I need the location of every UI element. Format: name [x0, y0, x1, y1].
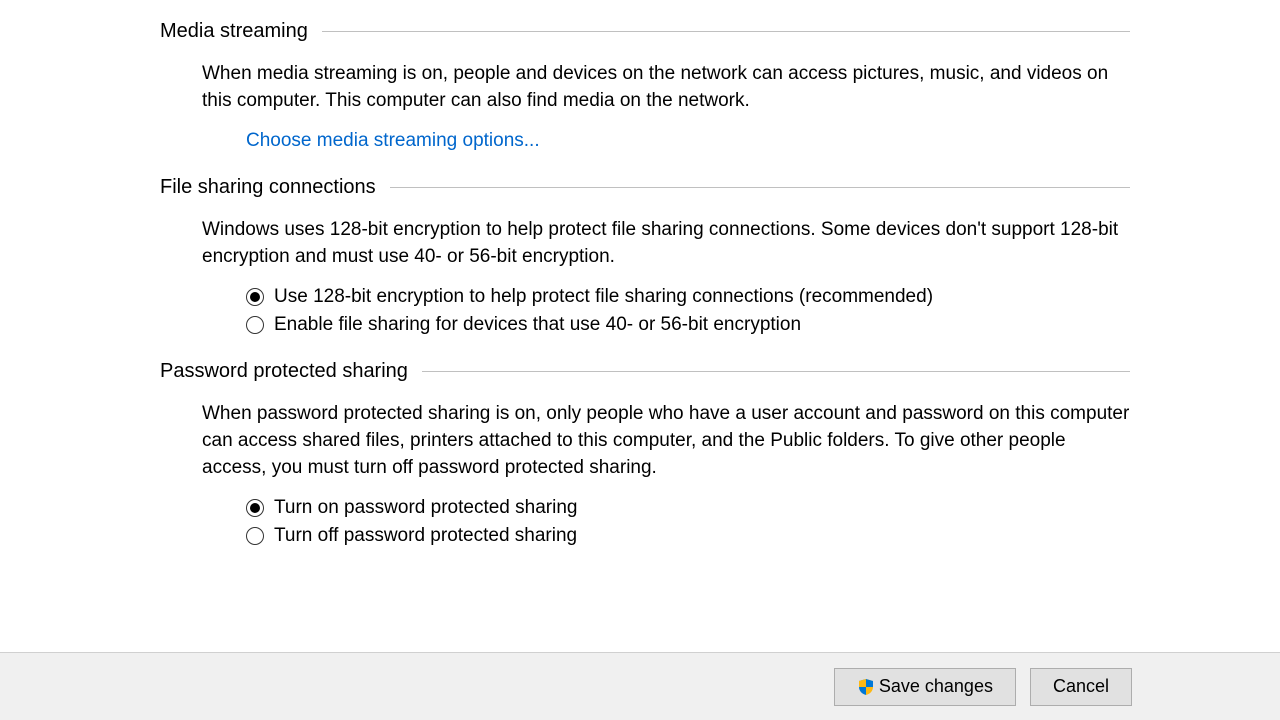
radio-icon: [246, 527, 264, 545]
section-password-sharing: Password protected sharing When password…: [160, 360, 1130, 547]
divider: [422, 371, 1130, 372]
save-changes-button[interactable]: Save changes: [834, 668, 1016, 706]
radio-label: Enable file sharing for devices that use…: [274, 314, 801, 336]
radio-icon: [246, 316, 264, 334]
radio-password-off[interactable]: Turn off password protected sharing: [246, 525, 1130, 547]
section-media-streaming: Media streaming When media streaming is …: [160, 20, 1130, 152]
radio-icon: [246, 288, 264, 306]
password-sharing-description: When password protected sharing is on, o…: [202, 401, 1130, 481]
choose-media-streaming-link[interactable]: Choose media streaming options...: [246, 130, 540, 152]
radio-128bit-encryption[interactable]: Use 128-bit encryption to help protect f…: [246, 286, 1130, 308]
save-button-label: Save changes: [879, 676, 993, 697]
radio-label: Turn off password protected sharing: [274, 525, 577, 547]
media-streaming-description: When media streaming is on, people and d…: [202, 61, 1130, 114]
section-title-password: Password protected sharing: [160, 360, 422, 383]
radio-label: Turn on password protected sharing: [274, 497, 577, 519]
radio-icon: [246, 499, 264, 517]
cancel-button-label: Cancel: [1053, 676, 1109, 697]
section-title-media: Media streaming: [160, 20, 322, 43]
divider: [390, 187, 1130, 188]
divider: [322, 31, 1130, 32]
footer-bar: Save changes Cancel: [0, 652, 1280, 720]
radio-password-on[interactable]: Turn on password protected sharing: [246, 497, 1130, 519]
file-sharing-description: Windows uses 128-bit encryption to help …: [202, 217, 1130, 270]
radio-40-56bit-encryption[interactable]: Enable file sharing for devices that use…: [246, 314, 1130, 336]
section-title-file-sharing: File sharing connections: [160, 176, 390, 199]
uac-shield-icon: [857, 678, 875, 696]
section-file-sharing: File sharing connections Windows uses 12…: [160, 176, 1130, 336]
cancel-button[interactable]: Cancel: [1030, 668, 1132, 706]
radio-label: Use 128-bit encryption to help protect f…: [274, 286, 933, 308]
